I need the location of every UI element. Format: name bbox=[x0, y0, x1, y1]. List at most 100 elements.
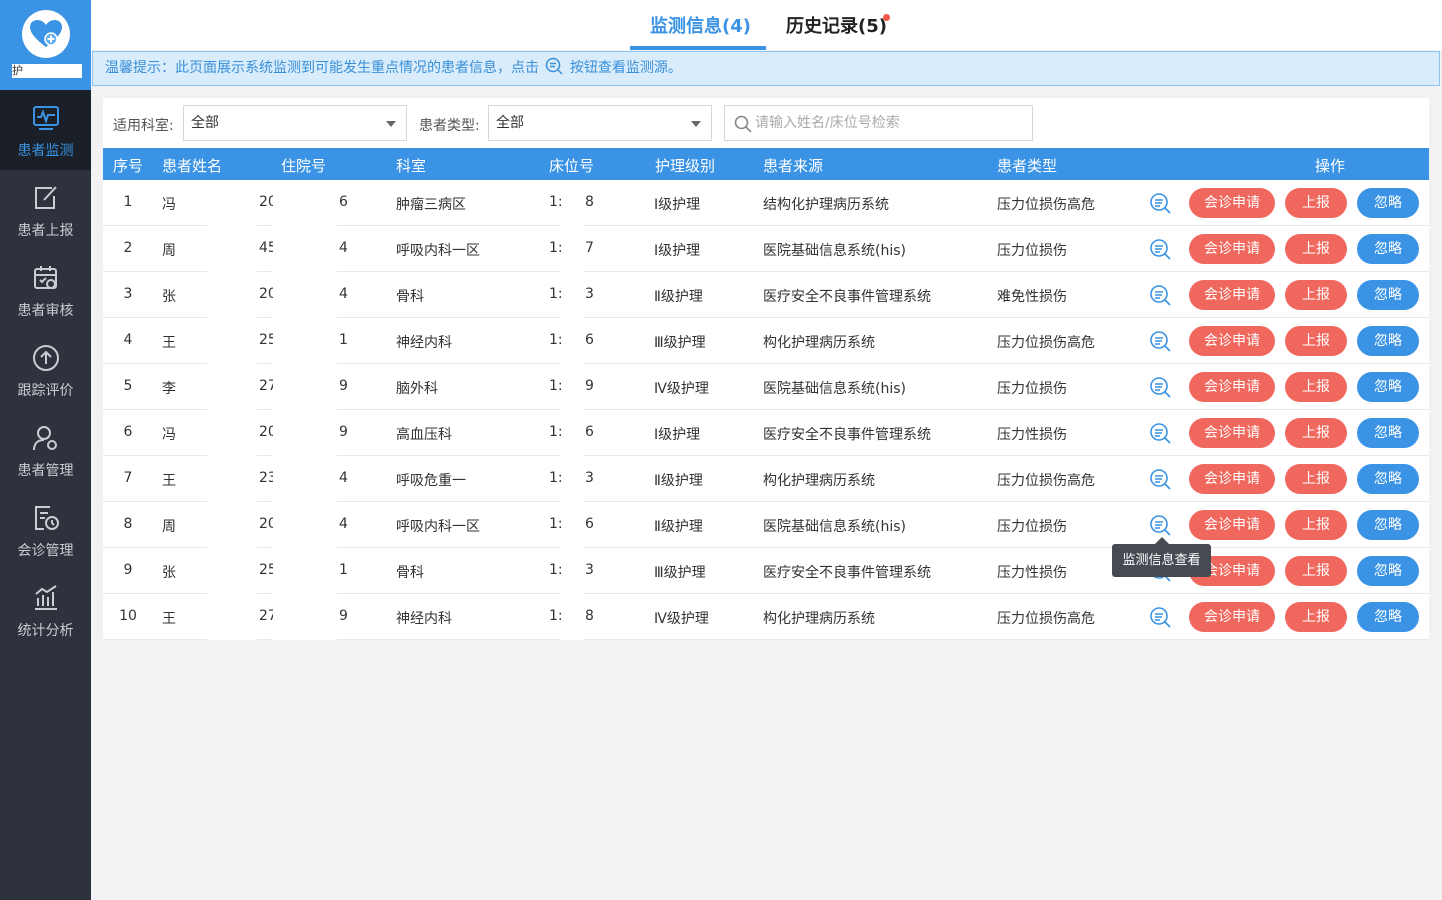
row-dept: 骨科 bbox=[396, 289, 424, 305]
ignore-button[interactable]: 忽略 bbox=[1357, 556, 1419, 586]
ignore-button[interactable]: 忽略 bbox=[1357, 188, 1419, 218]
dept-select[interactable]: 全部 bbox=[183, 105, 407, 141]
redaction-mask bbox=[561, 594, 583, 640]
search-input[interactable] bbox=[755, 106, 1025, 140]
tooltip-arrow bbox=[1155, 537, 1169, 544]
row-no: 4 bbox=[123, 332, 133, 348]
redaction-mask bbox=[273, 318, 337, 364]
sidebar: 护 患者监测 患者上报 患者审核 跟踪评价 患者管理 会诊管理 统计分析 bbox=[0, 0, 91, 900]
ignore-button[interactable]: 忽略 bbox=[1357, 418, 1419, 448]
view-monitor-icon[interactable] bbox=[1149, 606, 1171, 628]
header-no: 序号 bbox=[113, 157, 144, 175]
type-filter-label: 患者类型: bbox=[419, 118, 480, 134]
sidebar-item-patient-monitor[interactable]: 患者监测 bbox=[0, 90, 91, 170]
report-button[interactable]: 上报 bbox=[1285, 602, 1347, 632]
redaction-mask bbox=[273, 548, 337, 594]
bar-chart-icon bbox=[34, 585, 57, 610]
report-button[interactable]: 上报 bbox=[1285, 234, 1347, 264]
view-monitor-icon[interactable] bbox=[1149, 468, 1171, 490]
row-inpatient-no-end: 9 bbox=[339, 608, 348, 624]
consult-request-button[interactable]: 会诊申请 bbox=[1189, 280, 1275, 310]
report-button[interactable]: 上报 bbox=[1285, 556, 1347, 586]
report-button[interactable]: 上报 bbox=[1285, 188, 1347, 218]
row-type: 压力位损伤高危 bbox=[997, 473, 1095, 489]
consult-request-button[interactable]: 会诊申请 bbox=[1189, 418, 1275, 448]
row-inpatient-no-end: 4 bbox=[339, 240, 348, 256]
type-select[interactable]: 全部 bbox=[488, 105, 712, 141]
tab-monitor-info[interactable]: 监测信息(4) bbox=[650, 12, 751, 38]
view-monitor-icon[interactable] bbox=[1149, 238, 1171, 260]
row-source: 医疗安全不良事件管理系统 bbox=[763, 427, 931, 443]
row-type: 压力位损伤高危 bbox=[997, 197, 1095, 213]
view-monitor-icon[interactable] bbox=[1149, 192, 1171, 214]
row-source: 构化护理病历系统 bbox=[763, 611, 875, 627]
sidebar-item-patient-review[interactable]: 患者审核 bbox=[0, 250, 91, 330]
row-type: 压力性损伤 bbox=[997, 427, 1067, 443]
redaction-mask bbox=[561, 180, 583, 226]
row-name: 冯 bbox=[162, 427, 176, 443]
view-monitor-icon[interactable] bbox=[1149, 284, 1171, 306]
table-row: 1 冯 20 6 肿瘤三病区 1: 8 Ⅰ级护理 结构化护理病历系统 压力位损伤高危 会诊申请 上报忽… bbox=[103, 180, 1429, 226]
ignore-button[interactable]: 忽略 bbox=[1357, 234, 1419, 264]
logo-text: 护 bbox=[12, 64, 82, 78]
row-type: 压力位损伤 bbox=[997, 519, 1067, 535]
report-button[interactable]: 上报 bbox=[1285, 326, 1347, 356]
redaction-mask bbox=[273, 226, 337, 272]
sidebar-item-consult-manage[interactable]: 会诊管理 bbox=[0, 490, 91, 570]
row-no: 1 bbox=[123, 194, 133, 210]
row-inpatient-no-end: 1 bbox=[339, 332, 348, 348]
redaction-mask bbox=[273, 456, 337, 502]
report-button[interactable]: 上报 bbox=[1285, 372, 1347, 402]
row-dept: 呼吸内科一区 bbox=[396, 519, 480, 535]
redaction-mask bbox=[207, 502, 257, 548]
consult-request-button[interactable]: 会诊申请 bbox=[1189, 464, 1275, 494]
row-bed-end: 3 bbox=[585, 562, 594, 578]
view-monitor-icon[interactable] bbox=[1149, 376, 1171, 398]
sidebar-item-label: 患者监测 bbox=[17, 143, 74, 159]
row-level: Ⅱ级护理 bbox=[654, 289, 703, 305]
ignore-button[interactable]: 忽略 bbox=[1357, 602, 1419, 632]
ignore-button[interactable]: 忽略 bbox=[1357, 510, 1419, 540]
consult-request-button[interactable]: 会诊申请 bbox=[1189, 372, 1275, 402]
consult-request-button[interactable]: 会诊申请 bbox=[1189, 188, 1275, 218]
consult-request-button[interactable]: 会诊申请 bbox=[1189, 510, 1275, 540]
row-no: 7 bbox=[123, 470, 133, 486]
row-inpatient-no-end: 9 bbox=[339, 424, 348, 440]
view-monitor-icon[interactable] bbox=[1149, 514, 1171, 536]
table-row: 4 王 25 1 神经内科 1: 6 Ⅲ级护理 构化护理病历系统 压力位损伤高危 会诊申请 上报 忽略 bbox=[103, 318, 1429, 364]
sidebar-item-patient-report[interactable]: 患者上报 bbox=[0, 170, 91, 250]
sidebar-item-patient-manage[interactable]: 患者管理 bbox=[0, 410, 91, 490]
sidebar-item-label: 会诊管理 bbox=[17, 543, 74, 559]
report-button[interactable]: 上报 bbox=[1285, 280, 1347, 310]
row-type: 压力位损伤 bbox=[997, 381, 1067, 397]
row-source: 构化护理病历系统 bbox=[763, 335, 875, 351]
view-monitor-icon[interactable] bbox=[1149, 330, 1171, 352]
row-bed-end: 8 bbox=[585, 194, 594, 210]
redaction-mask bbox=[273, 364, 337, 410]
consult-request-button[interactable]: 会诊申请 bbox=[1189, 602, 1275, 632]
row-inpatient-no-end: 9 bbox=[339, 378, 348, 394]
header-inpatient-no: 住院号 bbox=[281, 157, 327, 175]
redaction-mask bbox=[207, 272, 257, 318]
report-button[interactable]: 上报 bbox=[1285, 510, 1347, 540]
redaction-mask bbox=[207, 364, 257, 410]
tab-history[interactable]: 历史记录(5) bbox=[786, 12, 887, 38]
redaction-mask bbox=[561, 226, 583, 272]
ignore-button[interactable]: 忽略 bbox=[1357, 372, 1419, 402]
sidebar-item-statistics[interactable]: 统计分析 bbox=[0, 570, 91, 650]
report-button[interactable]: 上报 bbox=[1285, 418, 1347, 448]
sidebar-item-tracking[interactable]: 跟踪评价 bbox=[0, 330, 91, 410]
consult-request-button[interactable]: 会诊申请 bbox=[1189, 326, 1275, 356]
row-source: 医院基础信息系统(his) bbox=[763, 243, 906, 259]
row-type: 压力性损伤 bbox=[997, 565, 1067, 581]
row-dept: 呼吸内科一区 bbox=[396, 243, 480, 259]
row-source: 医疗安全不良事件管理系统 bbox=[763, 289, 931, 305]
view-monitor-icon[interactable] bbox=[1149, 422, 1171, 444]
report-button[interactable]: 上报 bbox=[1285, 464, 1347, 494]
redaction-mask bbox=[207, 180, 257, 226]
row-source: 医院基础信息系统(his) bbox=[763, 519, 906, 535]
ignore-button[interactable]: 忽略 bbox=[1357, 464, 1419, 494]
ignore-button[interactable]: 忽略 bbox=[1357, 326, 1419, 356]
ignore-button[interactable]: 忽略 bbox=[1357, 280, 1419, 310]
consult-request-button[interactable]: 会诊申请 bbox=[1189, 234, 1275, 264]
